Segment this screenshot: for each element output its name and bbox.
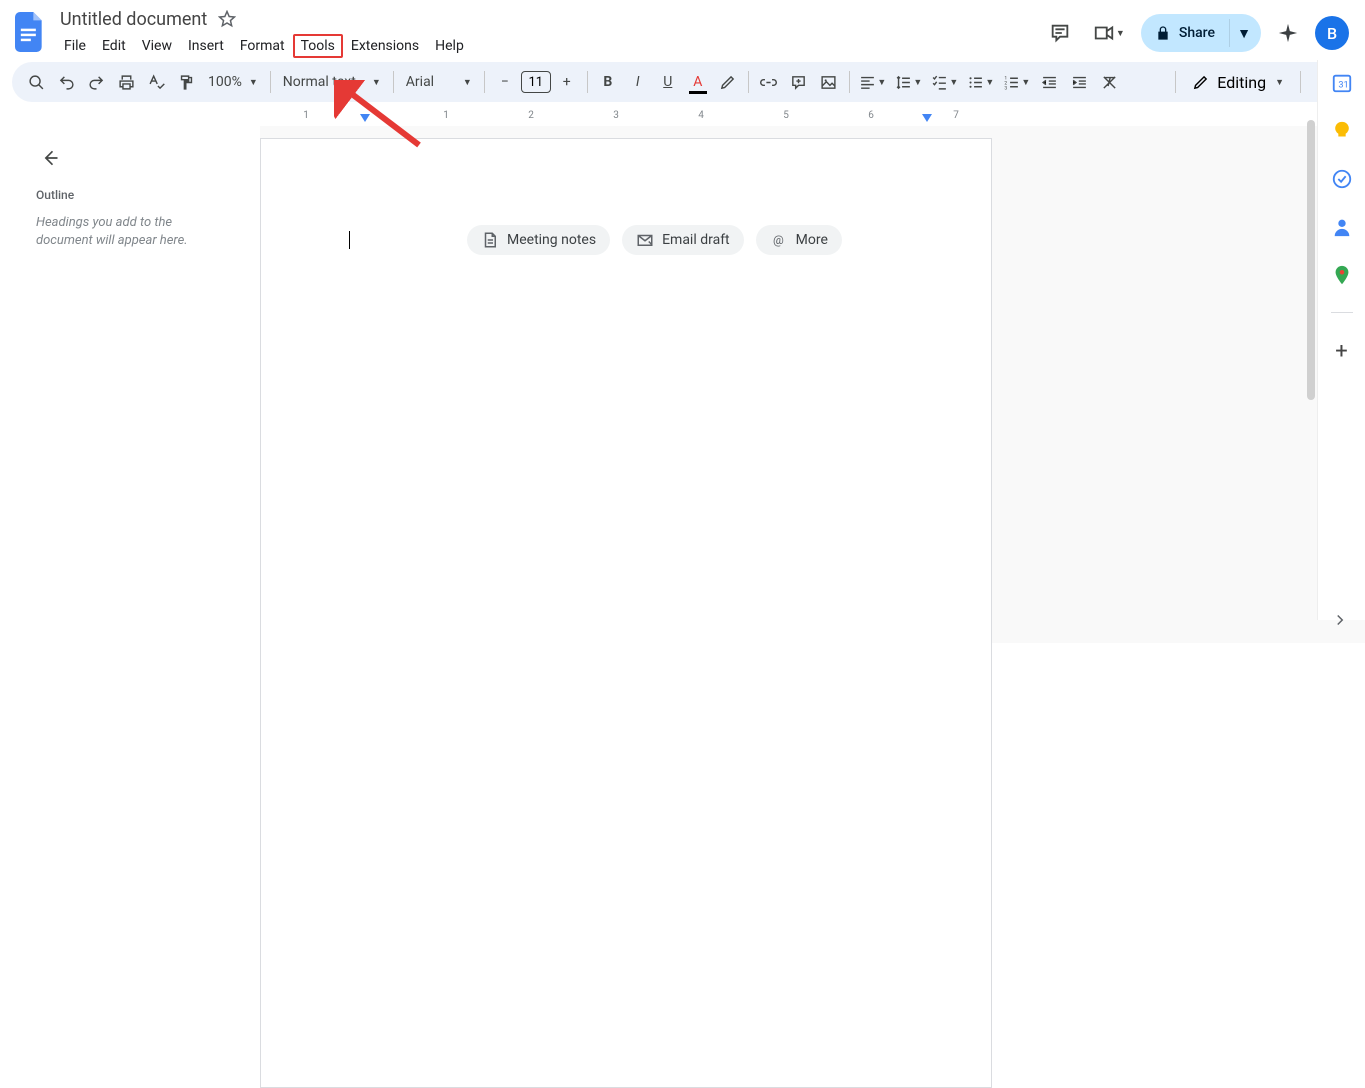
spellcheck-icon[interactable] [142,68,170,96]
bold-icon[interactable]: B [594,68,622,96]
left-indent-marker[interactable] [360,114,370,122]
chip-meeting-notes[interactable]: Meeting notes [467,225,610,255]
menu-bar: File Edit View Insert Format Tools Exten… [56,34,472,58]
svg-text:31: 31 [1338,81,1348,91]
gemini-icon[interactable] [1271,16,1305,50]
clear-formatting-icon[interactable] [1096,68,1124,96]
decrease-font-icon[interactable]: − [491,68,519,96]
italic-icon[interactable]: I [624,68,652,96]
insert-image-icon[interactable] [815,68,843,96]
increase-font-icon[interactable]: + [553,68,581,96]
paragraph-style[interactable]: Normal text▼ [277,74,387,90]
zoom-level[interactable]: 100%▼ [202,74,264,90]
menu-format[interactable]: Format [232,34,293,58]
add-addon-icon[interactable]: + [1335,339,1347,364]
share-dropdown-icon[interactable]: ▼ [1229,19,1257,47]
underline-icon[interactable]: U [654,68,682,96]
chip-email-draft[interactable]: Email draft [622,225,744,255]
text-color-icon[interactable]: A [684,68,712,96]
contacts-icon[interactable] [1331,216,1353,238]
star-icon[interactable] [215,7,239,31]
checklist-icon[interactable]: ▼ [928,68,962,96]
outline-empty-text: Headings you add to the document will ap… [36,214,230,249]
search-icon[interactable] [22,68,50,96]
align-icon[interactable]: ▼ [856,68,890,96]
menu-file[interactable]: File [56,34,94,58]
toolbar: 100%▼ Normal text▼ Arial▼ − 11 + B I U A… [12,62,1353,102]
outline-panel: Outline Headings you add to the document… [0,126,260,643]
undo-icon[interactable] [52,68,80,96]
comments-icon[interactable] [1043,16,1077,50]
menu-edit[interactable]: Edit [94,34,134,58]
document-page[interactable]: Meeting notes Email draft @ More [260,138,992,1088]
menu-help[interactable]: Help [427,34,472,58]
add-comment-icon[interactable] [785,68,813,96]
docs-logo[interactable] [12,14,48,50]
redo-icon[interactable] [82,68,110,96]
menu-insert[interactable]: Insert [180,34,232,58]
svg-text:3: 3 [1005,85,1008,90]
horizontal-ruler[interactable]: 1 1 2 3 4 5 6 7 [0,108,1365,126]
menu-extensions[interactable]: Extensions [343,34,427,58]
print-icon[interactable] [112,68,140,96]
paint-format-icon[interactable] [172,68,200,96]
document-area: Meeting notes Email draft @ More [260,126,1365,643]
numbered-list-icon[interactable]: 123▼ [1000,68,1034,96]
text-cursor [349,231,350,249]
side-panel: 31 + [1317,60,1365,620]
increase-indent-icon[interactable] [1066,68,1094,96]
close-outline-icon[interactable] [36,144,64,172]
calendar-icon[interactable]: 31 [1331,72,1353,94]
tasks-icon[interactable] [1331,168,1353,190]
bullet-list-icon[interactable]: ▼ [964,68,998,96]
right-indent-marker[interactable] [922,114,932,122]
line-spacing-icon[interactable]: ▼ [892,68,926,96]
video-call-icon[interactable]: ▼ [1087,16,1131,50]
svg-text:@: @ [773,233,784,247]
vertical-ruler[interactable] [0,118,18,638]
menu-view[interactable]: View [134,34,180,58]
font-size-input[interactable]: 11 [521,71,551,93]
font-family[interactable]: Arial▼ [400,74,478,90]
account-avatar[interactable]: B [1315,16,1349,50]
share-button[interactable]: Share ▼ [1141,14,1261,52]
header-bar: Untitled document File Edit View Insert … [0,0,1365,58]
chip-more[interactable]: @ More [756,225,842,255]
highlight-icon[interactable] [714,68,742,96]
menu-tools[interactable]: Tools [293,34,343,58]
hide-side-panel-icon[interactable] [1331,611,1349,629]
document-title[interactable]: Untitled document [56,9,211,30]
keep-icon[interactable] [1331,120,1353,142]
vertical-scrollbar[interactable] [1307,120,1315,400]
maps-icon[interactable] [1331,264,1353,286]
outline-title: Outline [36,188,230,202]
insert-link-icon[interactable] [755,68,783,96]
editing-mode[interactable]: Editing ▼ [1182,73,1294,92]
share-label: Share [1179,25,1215,41]
decrease-indent-icon[interactable] [1036,68,1064,96]
